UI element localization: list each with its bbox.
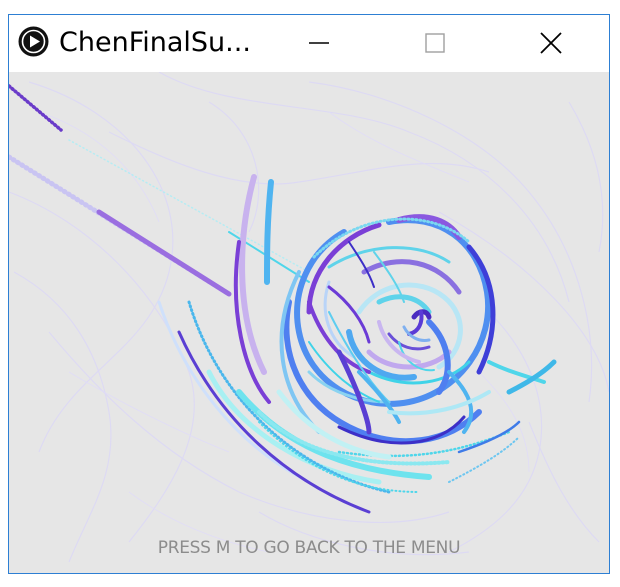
title-bar[interactable]: ChenFinalSu... — [9, 15, 609, 72]
close-button[interactable] — [493, 15, 609, 72]
particle-swirl — [9, 72, 609, 563]
maximize-button[interactable] — [375, 15, 491, 72]
menu-instruction: PRESS M TO GO BACK TO THE MENU — [157, 538, 461, 558]
minimize-button[interactable] — [259, 15, 375, 72]
app-window: ChenFinalSu... PRESS M TO GO BACK TO THE… — [8, 14, 610, 574]
maximize-icon — [425, 33, 445, 53]
minimize-icon — [309, 42, 329, 44]
close-icon — [540, 32, 562, 54]
sketch-canvas[interactable]: PRESS M TO GO BACK TO THE MENU — [9, 72, 609, 573]
play-icon — [18, 26, 49, 57]
window-title: ChenFinalSu... — [59, 27, 251, 58]
